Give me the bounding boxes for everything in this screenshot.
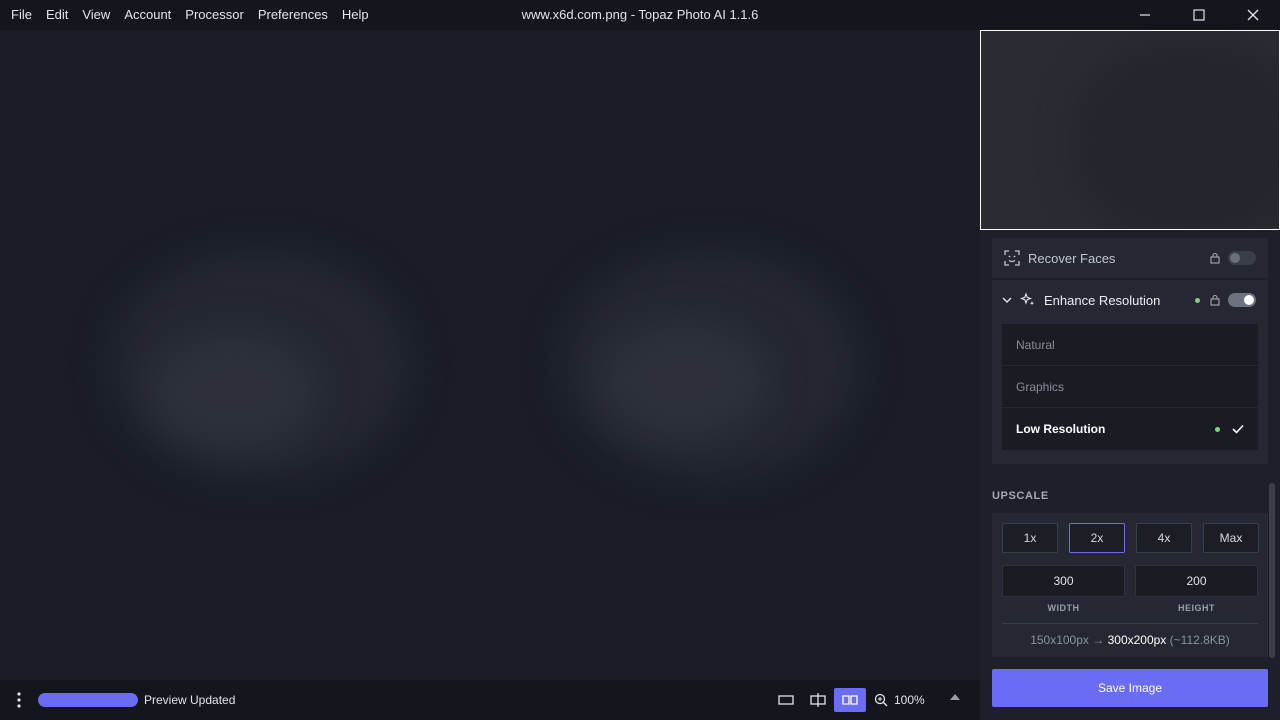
title-bar: File Edit View Account Processor Prefere… [0, 0, 1280, 30]
menu-view[interactable]: View [75, 0, 117, 30]
zoom-icon [874, 693, 888, 707]
zoom-menu-caret-icon[interactable] [950, 694, 960, 700]
close-icon [1247, 9, 1259, 21]
menu-edit[interactable]: Edit [39, 0, 75, 30]
selected-indicator-dot [1215, 426, 1220, 432]
enhance-resolution-header[interactable]: Enhance Resolution [992, 280, 1268, 320]
kebab-icon [17, 692, 21, 708]
minimize-icon [1140, 14, 1150, 16]
model-label: Graphics [1016, 379, 1065, 394]
single-view-button[interactable] [770, 688, 802, 712]
model-list: Natural Graphics Low Resolution [1002, 324, 1258, 450]
width-input[interactable]: 300 [1002, 565, 1125, 597]
height-label: HEIGHT [1177, 603, 1215, 613]
original-resolution: 150x100px [1030, 633, 1089, 647]
zoom-value: 100% [894, 693, 925, 707]
menu-file[interactable]: File [4, 0, 39, 30]
progress-fill [38, 693, 138, 707]
view-mode-group [770, 688, 866, 712]
active-indicator-dot [1195, 297, 1200, 303]
divider [1002, 623, 1258, 624]
single-view-icon [778, 695, 794, 705]
sidebar: Recover Faces Enhance Resolution Natural… [980, 30, 1280, 720]
split-view-button[interactable] [802, 688, 834, 712]
model-label: Low Resolution [1016, 422, 1106, 436]
chevron-down-icon[interactable] [1002, 296, 1012, 304]
scale-2x-button[interactable]: 2x [1069, 523, 1125, 553]
progress-bar [38, 693, 138, 707]
enhance-resolution-label: Enhance Resolution [1044, 292, 1161, 308]
enhance-resolution-toggle[interactable] [1228, 293, 1256, 307]
more-options-button[interactable] [0, 680, 38, 720]
maximize-button[interactable] [1172, 0, 1226, 30]
enhance-resolution-panel: Enhance Resolution Natural Graphics Low … [992, 280, 1268, 464]
sparkle-icon [1020, 292, 1035, 306]
maximize-icon [1193, 9, 1205, 21]
model-option-graphics[interactable]: Graphics [1002, 366, 1258, 408]
close-button[interactable] [1226, 0, 1280, 30]
minimize-button[interactable] [1118, 0, 1172, 30]
image-after-highlight [600, 320, 770, 440]
checkmark-icon [1232, 424, 1244, 434]
split-view-icon [810, 693, 826, 707]
upscale-panel: 1x 2x 4x Max 300 200 WIDTH HEIGHT 150x10… [992, 513, 1268, 657]
menu-help[interactable]: Help [335, 0, 376, 30]
recover-faces-label: Recover Faces [1028, 250, 1116, 266]
menu-preferences[interactable]: Preferences [251, 0, 335, 30]
save-image-button[interactable]: Save Image [992, 669, 1268, 707]
menu-bar: File Edit View Account Processor Prefere… [0, 0, 376, 30]
recover-faces-toggle[interactable] [1228, 251, 1256, 265]
status-text: Preview Updated [144, 693, 236, 707]
model-option-low-resolution[interactable]: Low Resolution [1002, 408, 1258, 450]
model-label: Natural [1016, 337, 1055, 352]
scale-button-group: 1x 2x 4x Max [1002, 523, 1259, 553]
output-file-size: (~112.8KB) [1169, 633, 1230, 647]
menu-account[interactable]: Account [117, 0, 178, 30]
window-controls [1118, 0, 1280, 30]
sidebar-scrollbar[interactable] [1269, 483, 1275, 658]
height-input[interactable]: 200 [1135, 565, 1258, 597]
side-by-side-icon [842, 695, 858, 705]
side-by-side-view-button[interactable] [834, 688, 866, 712]
output-resolution: 300x200px [1107, 633, 1167, 647]
lock-icon[interactable] [1210, 252, 1220, 264]
image-canvas[interactable] [0, 30, 980, 680]
lock-icon[interactable] [1210, 294, 1220, 306]
scale-4x-button[interactable]: 4x [1136, 523, 1192, 553]
upscale-section-title: UPSCALE [992, 490, 1049, 502]
menu-processor[interactable]: Processor [178, 0, 251, 30]
preview-shape [1071, 41, 1279, 229]
navigator-preview[interactable] [980, 30, 1280, 230]
recover-faces-row[interactable]: Recover Faces [992, 238, 1268, 278]
face-scan-icon [1004, 250, 1020, 266]
zoom-control[interactable]: 100% [874, 688, 925, 712]
resolution-summary: 150x100px → 300x200px (~112.8KB) [992, 633, 1268, 647]
scale-max-button[interactable]: Max [1203, 523, 1259, 553]
status-bar: Preview Updated 100% [0, 680, 980, 720]
image-before-highlight [150, 330, 320, 450]
model-option-natural[interactable]: Natural [1002, 324, 1258, 366]
arrow-icon: → [1092, 633, 1105, 647]
scale-1x-button[interactable]: 1x [1002, 523, 1058, 553]
width-label: WIDTH [1047, 603, 1080, 613]
